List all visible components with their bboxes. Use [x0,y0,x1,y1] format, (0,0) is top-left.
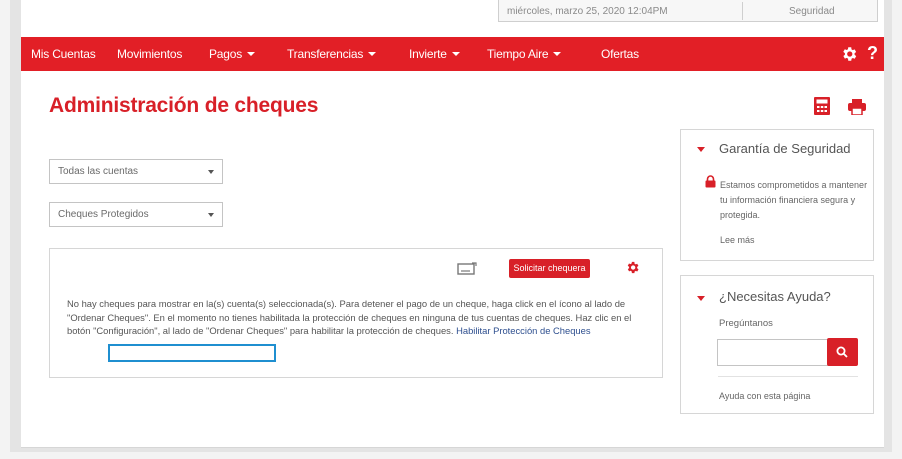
search-icon [836,346,848,358]
help-button[interactable]: ? [867,43,878,64]
request-checkbook-button[interactable]: Solicitar chequera [509,259,590,278]
chevron-down-icon [368,52,377,56]
nav-item-transferencias[interactable]: Transferencias [287,47,377,61]
chevron-down-icon [208,213,214,217]
check-type-select[interactable]: Cheques Protegidos [49,202,223,227]
security-link[interactable]: Seguridad [789,6,835,17]
nav-item-tiempo-aire[interactable]: Tiempo Aire [487,47,562,61]
nav-item-pagos[interactable]: Pagos [209,47,256,61]
current-datetime: miércoles, marzo 25, 2020 12:04PM [507,6,668,17]
nav-item-movimientos[interactable]: Movimientos [117,47,182,61]
nav-item-invierte[interactable]: Invierte [409,47,460,61]
page-title: Administración de cheques [49,94,319,117]
main-navbar: Mis Cuentas Movimientos Pagos Transferen… [21,37,884,71]
account-select[interactable]: Todas las cuentas [49,159,223,184]
caret-down-icon[interactable] [697,147,705,152]
highlight-box [108,344,276,362]
read-more-link[interactable]: Lee más [720,235,755,245]
security-title[interactable]: Garantía de Seguridad [719,141,851,156]
chevron-down-icon [553,52,562,56]
gear-icon[interactable] [840,45,858,63]
nav-item-ofertas[interactable]: Ofertas [601,47,639,61]
ask-us-label: Pregúntanos [719,318,773,329]
nav-item-mis-cuentas[interactable]: Mis Cuentas [31,47,96,61]
no-checks-message: No hay cheques para mostrar en la(s) cue… [67,298,632,336]
enable-protection-link[interactable]: Habilitar Protección de Cheques [456,325,590,336]
lock-icon [705,175,716,188]
calculator-icon[interactable] [814,97,830,115]
checks-panel: Solicitar chequera No hay cheques para m… [49,248,663,378]
help-box: ¿Necesitas Ayuda? Pregúntanos Ayuda con … [680,275,874,414]
gear-icon[interactable] [625,260,640,275]
caret-down-icon[interactable] [697,296,705,301]
security-guarantee-box: Garantía de Seguridad Estamos comprometi… [680,129,874,261]
help-title[interactable]: ¿Necesitas Ayuda? [719,289,831,304]
chevron-down-icon [451,52,460,56]
security-text: Estamos comprometidos a mantener tu info… [720,180,868,220]
top-info-bar: miércoles, marzo 25, 2020 12:04PM Seguri… [498,0,878,22]
divider [718,376,858,377]
divider [742,2,743,20]
help-page-link[interactable]: Ayuda con esta página [719,391,810,401]
search-button[interactable] [827,338,858,366]
chevron-down-icon [208,170,214,174]
chevron-down-icon [247,52,256,56]
help-search-input[interactable] [717,339,831,366]
order-checks-icon[interactable] [457,262,477,276]
printer-icon[interactable] [848,99,866,115]
